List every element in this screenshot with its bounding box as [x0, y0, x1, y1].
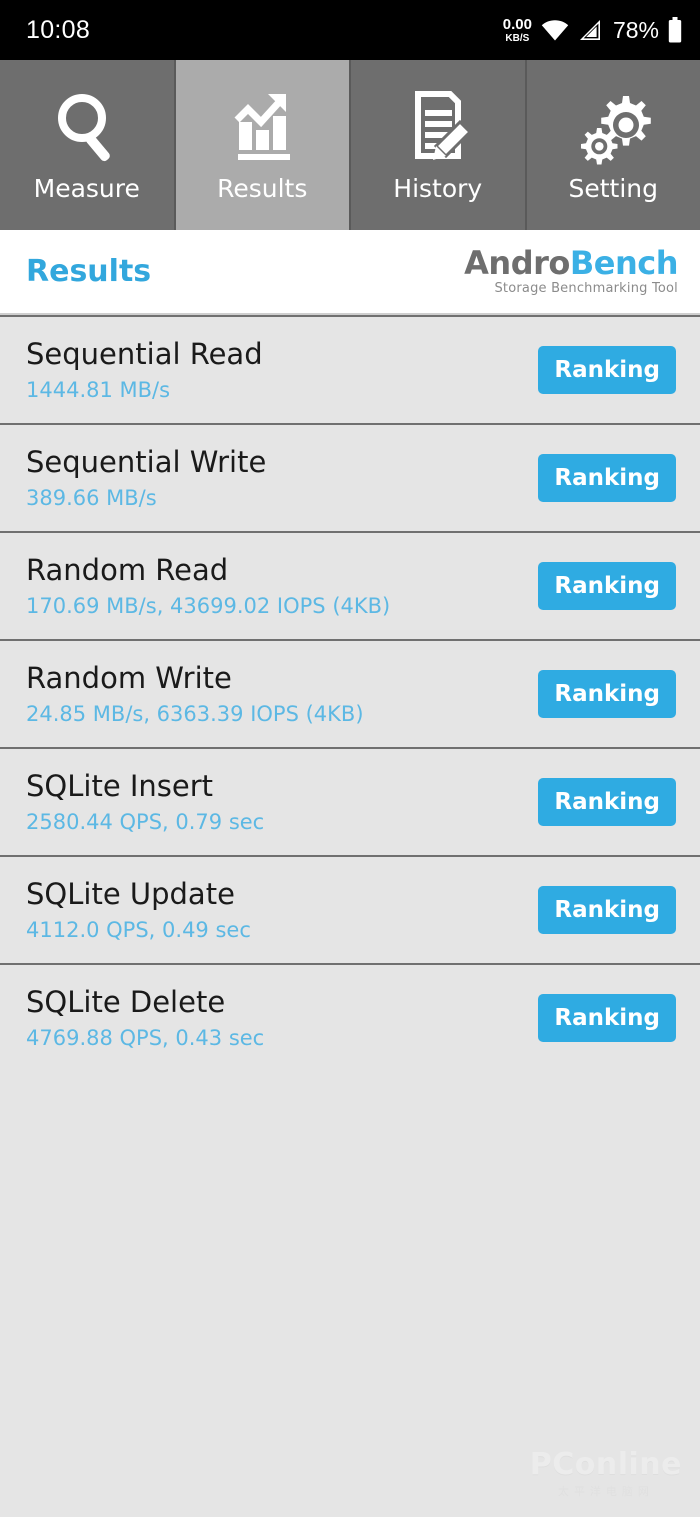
ranking-button[interactable]: Ranking	[538, 346, 676, 394]
result-title: Random Read	[26, 553, 229, 588]
tab-results-label: Results	[217, 173, 308, 203]
ranking-button[interactable]: Ranking	[538, 670, 676, 718]
page-title: Results	[26, 254, 152, 289]
result-text-group: SQLite Update 4112.0 QPS, 0.49 sec	[26, 877, 251, 942]
status-indicators: 0.00 KB/S 78%	[503, 17, 682, 44]
result-text-group: Random Read 170.69 MB/s, 43699.02 IOPS (…	[26, 553, 391, 618]
result-value: 24.85 MB/s, 6363.39 IOPS (4KB)	[26, 701, 364, 726]
table-row[interactable]: Random Read 170.69 MB/s, 43699.02 IOPS (…	[0, 531, 700, 639]
result-title: Sequential Write	[26, 445, 267, 480]
result-text-group: Sequential Read 1444.81 MB/s	[26, 337, 263, 402]
result-text-group: Sequential Write 389.66 MB/s	[26, 445, 267, 510]
result-value: 1444.81 MB/s	[26, 377, 171, 402]
result-value: 2580.44 QPS, 0.79 sec	[26, 809, 265, 834]
logo-word-bench: Bench	[569, 243, 679, 282]
network-speed-unit: KB/S	[505, 32, 530, 44]
result-text-group: SQLite Insert 2580.44 QPS, 0.79 sec	[26, 769, 265, 834]
ranking-button[interactable]: Ranking	[538, 994, 676, 1042]
watermark-text: PConline	[529, 1447, 682, 1482]
status-bar: 10:08 0.00 KB/S 78%	[0, 0, 700, 60]
network-speed-value: 0.00	[502, 15, 532, 33]
cellular-signal-icon	[578, 19, 602, 41]
status-clock: 10:08	[26, 15, 91, 44]
result-title: Random Write	[26, 661, 232, 696]
ranking-button[interactable]: Ranking	[538, 886, 676, 934]
ranking-button[interactable]: Ranking	[538, 562, 676, 610]
result-text-group: SQLite Delete 4769.88 QPS, 0.43 sec	[26, 985, 265, 1050]
tab-history-label: History	[393, 173, 483, 203]
results-list: Sequential Read 1444.81 MB/s Ranking Seq…	[0, 315, 700, 1517]
logo-mark-icon	[445, 247, 459, 250]
result-title: SQLite Delete	[26, 985, 226, 1020]
battery-percentage: 78%	[612, 16, 659, 43]
document-pencil-icon	[400, 88, 476, 168]
table-row[interactable]: SQLite Delete 4769.88 QPS, 0.43 sec Rank…	[0, 963, 700, 1071]
ranking-button[interactable]: Ranking	[538, 778, 676, 826]
page-header: Results AndroBench Storage Benchmarking …	[0, 230, 700, 315]
battery-icon	[668, 17, 682, 43]
tab-measure-label: Measure	[33, 173, 140, 203]
watermark: PConline 太平洋电脑网	[530, 1447, 682, 1499]
result-value: 4112.0 QPS, 0.49 sec	[26, 917, 251, 942]
result-value: 170.69 MB/s, 43699.02 IOPS (4KB)	[26, 593, 391, 618]
result-title: SQLite Update	[26, 877, 235, 912]
table-row[interactable]: Sequential Read 1444.81 MB/s Ranking	[0, 315, 700, 423]
logo-text: AndroBench Storage Benchmarking Tool	[464, 243, 679, 297]
result-title: Sequential Read	[26, 337, 263, 372]
gears-icon	[575, 88, 652, 168]
result-value: 389.66 MB/s	[26, 485, 157, 510]
logo-wordmark: AndroBench	[464, 243, 679, 282]
tab-setting[interactable]: Setting	[526, 60, 700, 230]
result-value: 4769.88 QPS, 0.43 sec	[26, 1025, 265, 1050]
bar-chart-icon	[224, 88, 300, 168]
table-row[interactable]: Random Write 24.85 MB/s, 6363.39 IOPS (4…	[0, 639, 700, 747]
ranking-button[interactable]: Ranking	[538, 454, 676, 502]
tab-setting-label: Setting	[568, 173, 658, 203]
table-row[interactable]: SQLite Update 4112.0 QPS, 0.49 sec Ranki…	[0, 855, 700, 963]
tab-measure[interactable]: Measure	[0, 60, 176, 230]
tab-results[interactable]: Results	[175, 60, 351, 230]
androbench-logo: AndroBench Storage Benchmarking Tool	[445, 243, 679, 297]
table-row[interactable]: Sequential Write 389.66 MB/s Ranking	[0, 423, 700, 531]
network-speed-indicator: 0.00 KB/S	[503, 17, 532, 44]
logo-tagline: Storage Benchmarking Tool	[494, 281, 678, 297]
tab-history[interactable]: History	[351, 60, 527, 230]
result-text-group: Random Write 24.85 MB/s, 6363.39 IOPS (4…	[26, 661, 364, 726]
androbench-app-screen: 10:08 0.00 KB/S 78% Measure Results Hist…	[0, 0, 700, 1517]
watermark-subtext: 太平洋电脑网	[557, 1485, 654, 1498]
main-tab-bar: Measure Results History Setting	[0, 60, 700, 230]
logo-word-andro: Andro	[464, 243, 570, 282]
wifi-icon	[541, 19, 569, 41]
table-row[interactable]: SQLite Insert 2580.44 QPS, 0.79 sec Rank…	[0, 747, 700, 855]
result-title: SQLite Insert	[26, 769, 214, 804]
magnifier-icon	[49, 88, 125, 168]
